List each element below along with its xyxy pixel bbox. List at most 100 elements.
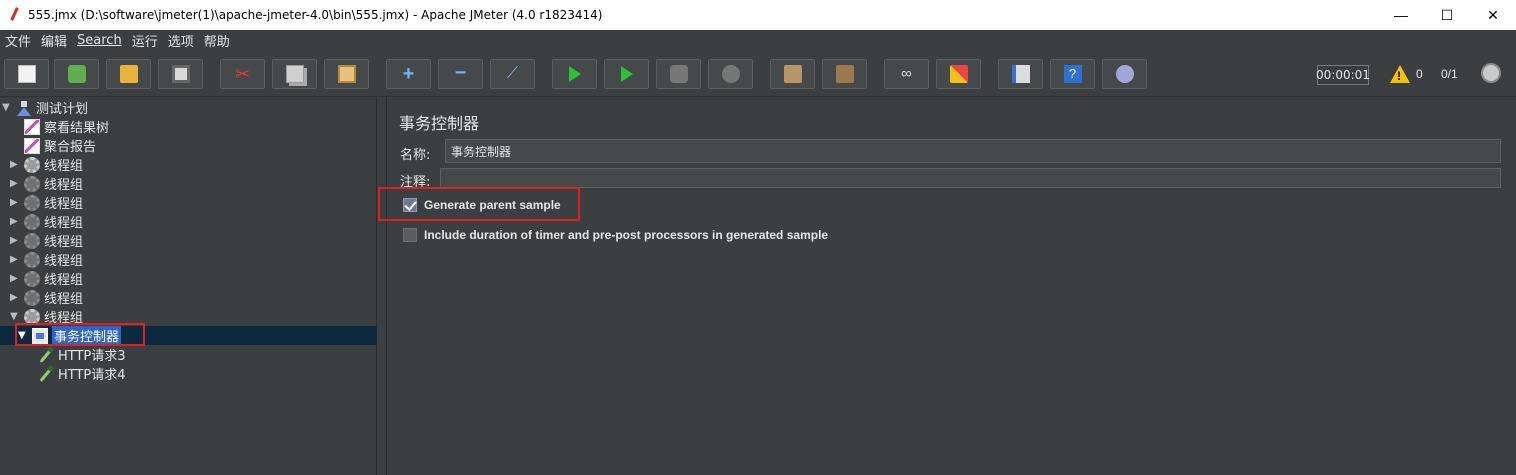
new-button[interactable] <box>4 59 49 89</box>
cut-icon: ✂ <box>234 64 251 84</box>
warning-indicator[interactable]: 0 <box>1390 65 1423 83</box>
expand-arrow-icon[interactable]: ▶ <box>10 254 20 265</box>
menu-bar: 文件 编辑 Search 运行 选项 帮助 <box>0 30 1516 51</box>
shutdown-button[interactable] <box>708 59 753 89</box>
tree-node-label: 线程组 <box>44 178 84 193</box>
stop-icon <box>669 65 688 83</box>
start-no-pause-icon <box>620 66 633 82</box>
menu-run[interactable]: 运行 <box>127 31 163 50</box>
pipette-icon <box>38 347 54 363</box>
active-threads: 0/1 <box>1441 67 1458 81</box>
search-button[interactable]: ∞ <box>884 59 929 89</box>
tree-node-label: 线程组 <box>44 159 84 174</box>
expand-button[interactable]: + <box>386 59 431 89</box>
clear-all-icon <box>835 65 854 83</box>
name-label: 名称: <box>400 148 431 163</box>
collapse-button[interactable]: − <box>438 59 483 89</box>
expand-arrow-icon[interactable]: ▼ <box>2 102 12 113</box>
reset-search-button[interactable] <box>936 59 981 89</box>
tree-node-label: 线程组 <box>44 216 84 231</box>
gear-icon <box>24 270 40 287</box>
gear-icon <box>24 156 40 173</box>
gear-icon <box>24 213 40 230</box>
templates-icon <box>67 65 86 83</box>
tree-node-thread-group[interactable]: ▶ 线程组 <box>10 193 83 212</box>
tree-node-thread-group[interactable]: ▶ 线程组 <box>10 174 83 193</box>
elapsed-timer: 00:00:01 <box>1316 65 1370 85</box>
clear-button[interactable] <box>770 59 815 89</box>
open-button[interactable] <box>106 59 151 89</box>
highlight-box-tree <box>15 323 145 346</box>
menu-options[interactable]: 选项 <box>163 31 199 50</box>
tree-node-thread-group[interactable]: ▶ 线程组 <box>10 288 83 307</box>
maximize-button[interactable]: ☐ <box>1424 0 1470 30</box>
templates-button[interactable] <box>54 59 99 89</box>
highlight-box-checkbox <box>378 187 580 221</box>
function-helper-icon <box>1011 65 1030 83</box>
tree-node-label: 线程组 <box>44 292 84 307</box>
name-field[interactable]: 事务控制器 <box>445 139 1501 163</box>
clear-all-button[interactable] <box>822 59 867 89</box>
copy-button[interactable] <box>272 59 317 89</box>
gear-icon <box>24 251 40 268</box>
tree-node-thread-group[interactable]: ▶ 线程组 <box>10 231 83 250</box>
tree-node-result-tree[interactable]: 察看结果树 <box>24 117 109 136</box>
tree-node-label: 线程组 <box>44 235 84 250</box>
tree-node-thread-group[interactable]: ▶ 线程组 <box>10 155 83 174</box>
menu-file[interactable]: 文件 <box>0 31 36 50</box>
close-button[interactable]: ✕ <box>1470 0 1516 30</box>
panel-title: 事务控制器 <box>399 114 480 133</box>
function-helper-button[interactable] <box>998 59 1043 89</box>
expand-arrow-icon[interactable]: ▶ <box>10 235 20 246</box>
comment-field[interactable] <box>440 168 1501 188</box>
toggle-button[interactable]: ⟋ <box>490 59 535 89</box>
tree-node-label: 测试计划 <box>36 102 89 117</box>
tree-node-thread-group[interactable]: ▶ 线程组 <box>10 250 83 269</box>
menu-edit[interactable]: 编辑 <box>36 31 72 50</box>
remote-button[interactable] <box>1102 59 1147 89</box>
tree-node-thread-group[interactable]: ▶ 线程组 <box>10 212 83 231</box>
tree-node-label: 线程组 <box>44 254 84 269</box>
gear-icon <box>24 175 40 192</box>
cut-button[interactable]: ✂ <box>220 59 265 89</box>
expand-arrow-icon[interactable]: ▶ <box>10 197 20 208</box>
tree-node-thread-group[interactable]: ▶ 线程组 <box>10 269 83 288</box>
tree-node-http-request[interactable]: HTTP请求3 <box>38 345 126 364</box>
tree-node-http-request[interactable]: HTTP请求4 <box>38 364 126 383</box>
stop-button[interactable] <box>656 59 701 89</box>
include-timer-duration-checkbox[interactable] <box>403 228 417 242</box>
expand-arrow-icon[interactable]: ▶ <box>10 178 20 189</box>
splitter[interactable] <box>377 97 387 475</box>
start-button[interactable] <box>552 59 597 89</box>
expand-icon: + <box>402 63 415 85</box>
paste-button[interactable] <box>324 59 369 89</box>
expand-arrow-icon[interactable]: ▼ <box>10 311 20 322</box>
window-title: 555.jmx (D:\software\jmeter(1)\apache-jm… <box>28 8 603 22</box>
title-bar: 555.jmx (D:\software\jmeter(1)\apache-jm… <box>0 0 1516 30</box>
tree-node-label: HTTP请求3 <box>58 349 126 364</box>
expand-arrow-icon[interactable]: ▶ <box>10 292 20 303</box>
help-button[interactable]: ? <box>1050 59 1095 89</box>
flask-icon <box>16 100 32 116</box>
collapse-icon: − <box>454 62 467 84</box>
minimize-button[interactable]: — <box>1378 0 1424 30</box>
help-icon: ? <box>1063 65 1082 83</box>
expand-arrow-icon[interactable]: ▶ <box>10 273 20 284</box>
tree-node-label: HTTP请求4 <box>58 368 126 383</box>
save-button[interactable] <box>158 59 203 89</box>
expand-arrow-icon[interactable]: ▶ <box>10 216 20 227</box>
tree-node-aggregate-report[interactable]: 聚合报告 <box>24 136 96 155</box>
menu-help[interactable]: 帮助 <box>199 31 235 50</box>
expand-arrow-icon[interactable]: ▶ <box>10 159 20 170</box>
open-icon <box>119 65 138 83</box>
tree-node-label: 察看结果树 <box>44 121 110 136</box>
gear-icon <box>24 232 40 249</box>
toolbar: ✂ + − ⟋ ∞ ? 00:00:01 0 0/1 <box>0 51 1516 97</box>
include-timer-duration-option[interactable]: Include duration of timer and pre-post p… <box>403 228 828 242</box>
save-icon <box>171 65 190 83</box>
menu-search[interactable]: Search <box>72 33 127 48</box>
start-icon <box>568 66 581 82</box>
tree-node-test-plan[interactable]: ▼ 测试计划 <box>2 98 88 117</box>
search-icon: ∞ <box>901 65 912 82</box>
start-no-pause-button[interactable] <box>604 59 649 89</box>
